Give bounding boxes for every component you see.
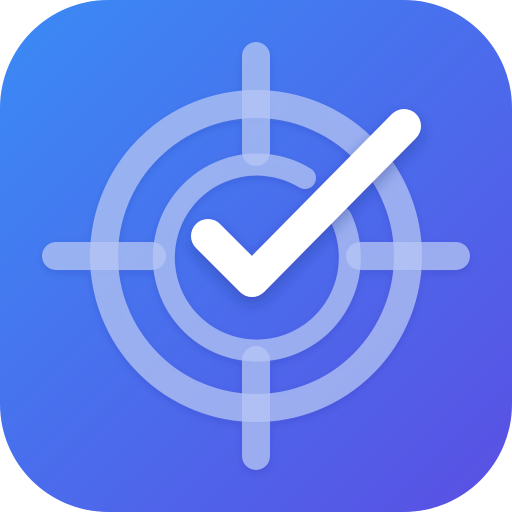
icon-canvas — [0, 0, 512, 512]
target-check-app-icon — [0, 0, 512, 512]
